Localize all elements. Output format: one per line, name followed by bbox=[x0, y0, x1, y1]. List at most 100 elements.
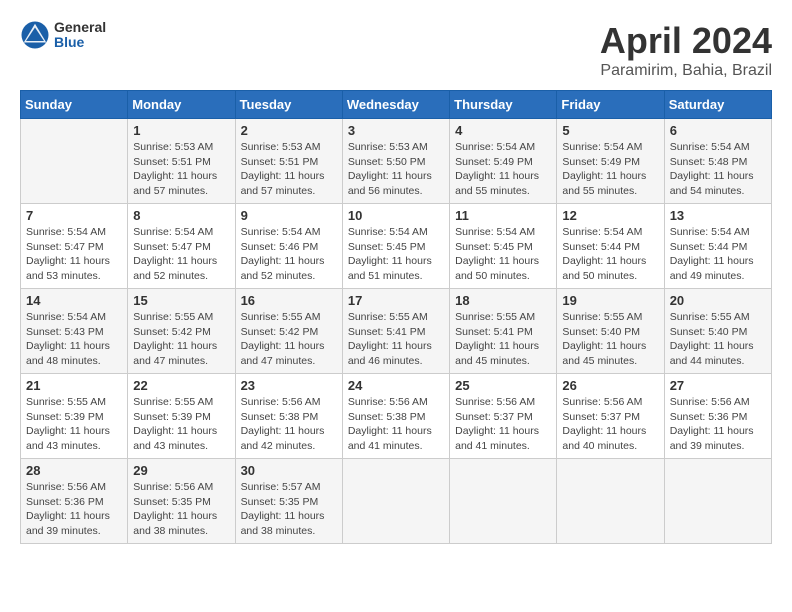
calendar-cell: 8 Sunrise: 5:54 AMSunset: 5:47 PMDaylight… bbox=[128, 204, 235, 289]
day-info: Sunrise: 5:54 AMSunset: 5:47 PMDaylight:… bbox=[133, 225, 229, 284]
calendar-cell: 21Sunrise: 5:55 AMSunset: 5:39 PMDayligh… bbox=[21, 374, 128, 459]
logo-general-text: General bbox=[54, 20, 106, 35]
day-info: Sunrise: 5:54 AMSunset: 5:45 PMDaylight:… bbox=[348, 225, 444, 284]
calendar-cell: 9 Sunrise: 5:54 AMSunset: 5:46 PMDaylight… bbox=[235, 204, 342, 289]
day-info: Sunrise: 5:53 AMSunset: 5:51 PMDaylight:… bbox=[133, 140, 229, 199]
calendar-cell: 27 Sunrise: 5:56 AMSunset: 5:36 PMDayligh… bbox=[664, 374, 771, 459]
calendar-cell: 12 Sunrise: 5:54 AMSunset: 5:44 PMDayligh… bbox=[557, 204, 664, 289]
day-info: Sunrise: 5:56 AMSunset: 5:38 PMDaylight:… bbox=[348, 395, 444, 454]
logo-icon bbox=[20, 20, 50, 50]
calendar-cell: 1 Sunrise: 5:53 AMSunset: 5:51 PMDaylight… bbox=[128, 119, 235, 204]
calendar-week-row: 7 Sunrise: 5:54 AMSunset: 5:47 PMDaylight… bbox=[21, 204, 772, 289]
day-number: 27 bbox=[670, 378, 766, 393]
day-info: Sunrise: 5:54 AMSunset: 5:46 PMDaylight:… bbox=[241, 225, 337, 284]
day-number: 8 bbox=[133, 208, 229, 223]
day-number: 6 bbox=[670, 123, 766, 138]
page-header: General Blue April 2024 Paramirim, Bahia… bbox=[20, 20, 772, 80]
day-info: Sunrise: 5:54 AMSunset: 5:49 PMDaylight:… bbox=[455, 140, 551, 199]
day-info: Sunrise: 5:56 AMSunset: 5:35 PMDaylight:… bbox=[133, 480, 229, 539]
calendar-cell: 16Sunrise: 5:55 AMSunset: 5:42 PMDayligh… bbox=[235, 289, 342, 374]
day-number: 25 bbox=[455, 378, 551, 393]
calendar-cell: 7Sunrise: 5:54 AMSunset: 5:47 PMDaylight… bbox=[21, 204, 128, 289]
day-number: 22 bbox=[133, 378, 229, 393]
calendar-cell: 5 Sunrise: 5:54 AMSunset: 5:49 PMDaylight… bbox=[557, 119, 664, 204]
column-header-friday: Friday bbox=[557, 91, 664, 119]
day-info: Sunrise: 5:53 AMSunset: 5:50 PMDaylight:… bbox=[348, 140, 444, 199]
day-number: 12 bbox=[562, 208, 658, 223]
day-info: Sunrise: 5:54 AMSunset: 5:44 PMDaylight:… bbox=[670, 225, 766, 284]
day-number: 28 bbox=[26, 463, 122, 478]
calendar-week-row: 1 Sunrise: 5:53 AMSunset: 5:51 PMDaylight… bbox=[21, 119, 772, 204]
calendar-week-row: 21 Sunrise: 5:55 AMSunset: 5:39 PMDayligh… bbox=[21, 374, 772, 459]
day-number: 9 bbox=[241, 208, 337, 223]
calendar-cell: 28 Sunrise: 5:56 AMSunset: 5:36 PMDayligh… bbox=[21, 459, 128, 544]
calendar-cell: 6 Sunrise: 5:54 AMSunset: 5:48 PMDaylight… bbox=[664, 119, 771, 204]
calendar-cell: 15 Sunrise: 5:55 AMSunset: 5:42 PMDayligh… bbox=[128, 289, 235, 374]
day-number: 26 bbox=[562, 378, 658, 393]
day-info: Sunrise: 5:56 AMSunset: 5:36 PMDaylight:… bbox=[670, 395, 766, 454]
day-number: 21 bbox=[26, 378, 122, 393]
day-number: 18 bbox=[455, 293, 551, 308]
day-number: 14 bbox=[26, 293, 122, 308]
day-info: Sunrise: 5:55 AMSunset: 5:40 PMDaylight:… bbox=[670, 310, 766, 369]
calendar-cell: 13Sunrise: 5:54 AMSunset: 5:44 PMDayligh… bbox=[664, 204, 771, 289]
day-info: Sunrise: 5:53 AMSunset: 5:51 PMDaylight:… bbox=[241, 140, 337, 199]
day-info: Sunrise: 5:57 AMSunset: 5:35 PMDaylight:… bbox=[241, 480, 337, 539]
day-number: 7 bbox=[26, 208, 122, 223]
day-number: 16 bbox=[241, 293, 337, 308]
calendar-cell: 11 Sunrise: 5:54 AMSunset: 5:45 PMDayligh… bbox=[450, 204, 557, 289]
calendar-cell: 24 Sunrise: 5:56 AMSunset: 5:38 PMDayligh… bbox=[342, 374, 449, 459]
calendar-cell: 29Sunrise: 5:56 AMSunset: 5:35 PMDayligh… bbox=[128, 459, 235, 544]
day-info: Sunrise: 5:56 AMSunset: 5:36 PMDaylight:… bbox=[26, 480, 122, 539]
column-header-wednesday: Wednesday bbox=[342, 91, 449, 119]
day-number: 11 bbox=[455, 208, 551, 223]
day-number: 17 bbox=[348, 293, 444, 308]
day-info: Sunrise: 5:54 AMSunset: 5:45 PMDaylight:… bbox=[455, 225, 551, 284]
column-header-thursday: Thursday bbox=[450, 91, 557, 119]
calendar-header-row: SundayMondayTuesdayWednesdayThursdayFrid… bbox=[21, 91, 772, 119]
logo-blue-text: Blue bbox=[54, 35, 106, 50]
location-title: Paramirim, Bahia, Brazil bbox=[600, 62, 772, 80]
calendar-cell: 17 Sunrise: 5:55 AMSunset: 5:41 PMDayligh… bbox=[342, 289, 449, 374]
calendar-cell: 23Sunrise: 5:56 AMSunset: 5:38 PMDayligh… bbox=[235, 374, 342, 459]
column-header-saturday: Saturday bbox=[664, 91, 771, 119]
calendar-week-row: 28 Sunrise: 5:56 AMSunset: 5:36 PMDayligh… bbox=[21, 459, 772, 544]
day-info: Sunrise: 5:54 AMSunset: 5:43 PMDaylight:… bbox=[26, 310, 122, 369]
calendar-cell: 14 Sunrise: 5:54 AMSunset: 5:43 PMDayligh… bbox=[21, 289, 128, 374]
calendar-cell: 26Sunrise: 5:56 AMSunset: 5:37 PMDayligh… bbox=[557, 374, 664, 459]
calendar-cell: 25Sunrise: 5:56 AMSunset: 5:37 PMDayligh… bbox=[450, 374, 557, 459]
day-info: Sunrise: 5:55 AMSunset: 5:39 PMDaylight:… bbox=[133, 395, 229, 454]
calendar-week-row: 14 Sunrise: 5:54 AMSunset: 5:43 PMDayligh… bbox=[21, 289, 772, 374]
day-number: 23 bbox=[241, 378, 337, 393]
calendar-cell bbox=[557, 459, 664, 544]
month-title: April 2024 bbox=[600, 20, 772, 62]
calendar-cell bbox=[664, 459, 771, 544]
calendar-cell: 18Sunrise: 5:55 AMSunset: 5:41 PMDayligh… bbox=[450, 289, 557, 374]
day-info: Sunrise: 5:54 AMSunset: 5:49 PMDaylight:… bbox=[562, 140, 658, 199]
logo: General Blue bbox=[20, 20, 106, 51]
day-number: 1 bbox=[133, 123, 229, 138]
day-info: Sunrise: 5:54 AMSunset: 5:44 PMDaylight:… bbox=[562, 225, 658, 284]
calendar-cell: 4Sunrise: 5:54 AMSunset: 5:49 PMDaylight… bbox=[450, 119, 557, 204]
calendar-cell: 2 Sunrise: 5:53 AMSunset: 5:51 PMDaylight… bbox=[235, 119, 342, 204]
day-number: 15 bbox=[133, 293, 229, 308]
calendar-cell: 22 Sunrise: 5:55 AMSunset: 5:39 PMDayligh… bbox=[128, 374, 235, 459]
calendar-table: SundayMondayTuesdayWednesdayThursdayFrid… bbox=[20, 90, 772, 544]
calendar-cell bbox=[21, 119, 128, 204]
day-info: Sunrise: 5:55 AMSunset: 5:40 PMDaylight:… bbox=[562, 310, 658, 369]
calendar-cell: 10 Sunrise: 5:54 AMSunset: 5:45 PMDayligh… bbox=[342, 204, 449, 289]
day-info: Sunrise: 5:54 AMSunset: 5:48 PMDaylight:… bbox=[670, 140, 766, 199]
title-block: April 2024 Paramirim, Bahia, Brazil bbox=[600, 20, 772, 80]
day-info: Sunrise: 5:55 AMSunset: 5:41 PMDaylight:… bbox=[348, 310, 444, 369]
day-number: 10 bbox=[348, 208, 444, 223]
column-header-sunday: Sunday bbox=[21, 91, 128, 119]
day-number: 2 bbox=[241, 123, 337, 138]
calendar-cell bbox=[450, 459, 557, 544]
column-header-tuesday: Tuesday bbox=[235, 91, 342, 119]
day-info: Sunrise: 5:55 AMSunset: 5:42 PMDaylight:… bbox=[133, 310, 229, 369]
day-number: 24 bbox=[348, 378, 444, 393]
day-number: 5 bbox=[562, 123, 658, 138]
calendar-cell: 3 Sunrise: 5:53 AMSunset: 5:50 PMDaylight… bbox=[342, 119, 449, 204]
calendar-cell: 30Sunrise: 5:57 AMSunset: 5:35 PMDayligh… bbox=[235, 459, 342, 544]
day-number: 3 bbox=[348, 123, 444, 138]
